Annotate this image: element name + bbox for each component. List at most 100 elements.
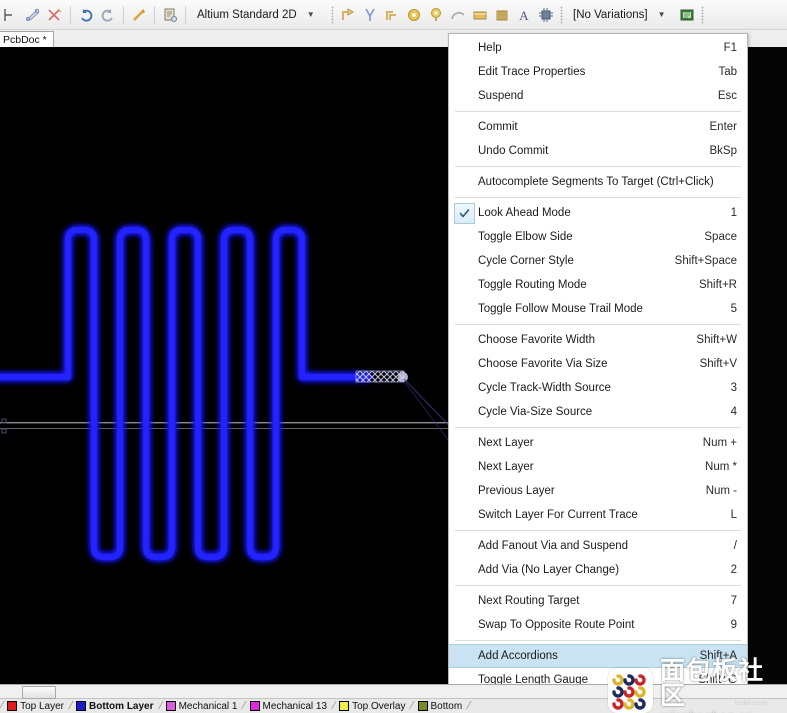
status-bar: / Top Layer / Bottom Layer / Mechanical 1/Mec… <box>0 684 787 713</box>
menu-item-shortcut: 4 <box>730 406 737 418</box>
layer-tab[interactable]: Mechanical 13 <box>246 699 332 713</box>
menu-item-label: Next Layer <box>478 461 534 473</box>
toolbar-separator <box>154 5 155 24</box>
delete-route-icon[interactable] <box>44 4 66 26</box>
menu-separator <box>455 197 741 198</box>
menu-separator <box>455 427 741 428</box>
layer-tab-strip[interactable]: / Top Layer / Bottom Layer / Mechanical 1/Mec… <box>0 698 472 713</box>
menu-item-label: Next Routing Target <box>478 595 580 607</box>
layer-color-swatch <box>249 701 260 711</box>
place-fill-icon[interactable] <box>469 4 491 26</box>
layer-tab[interactable]: Top Layer <box>3 699 69 713</box>
layer-tab[interactable]: Bottom <box>414 699 468 713</box>
menu-item[interactable]: Toggle Routing Mode Shift+R <box>449 273 747 297</box>
menu-item-shortcut: 3 <box>730 382 737 394</box>
menu-item[interactable]: Cycle Via-Size Source 4 <box>449 400 747 424</box>
layer-tab[interactable]: Mechanical 1 <box>162 699 243 713</box>
place-arc-icon[interactable] <box>447 4 469 26</box>
menu-item[interactable]: Commit Enter <box>449 115 747 139</box>
menu-item-label: Add Fanout Via and Suspend <box>478 540 629 552</box>
menu-item-label: Cycle Track-Width Source <box>478 382 611 394</box>
menu-item-shortcut: BkSp <box>709 145 738 157</box>
menu-item[interactable]: Switch Layer For Current Trace L <box>449 503 747 527</box>
menu-item[interactable]: Help F1 <box>449 36 747 60</box>
menu-item-shortcut: Shift+R <box>698 279 737 291</box>
interactive-routing-context-menu[interactable]: Help F1 Edit Trace Properties Tab Suspend Esc… <box>448 33 748 713</box>
layer-color-swatch <box>339 701 350 711</box>
menu-item-shortcut: 5 <box>730 303 737 315</box>
menu-item-shortcut: 7 <box>730 595 737 607</box>
place-polygon-pour-icon[interactable] <box>491 4 513 26</box>
canvas-right-edge <box>747 47 787 684</box>
menu-item-shortcut: Num + <box>702 437 737 449</box>
menu-item-shortcut: Space <box>704 231 737 243</box>
menu-item-label: Previous Layer <box>478 485 555 497</box>
menu-item[interactable]: Choose Favorite Width Shift+W <box>449 328 747 352</box>
menu-item-label: Swap To Opposite Route Point <box>478 619 635 631</box>
layer-tab[interactable]: Top Overlay <box>335 699 410 713</box>
document-tab-pcbdoc[interactable]: PcbDoc * <box>0 31 54 47</box>
menu-item[interactable]: Toggle Elbow Side Space <box>449 225 747 249</box>
menu-separator <box>455 585 741 586</box>
layer-color-swatch <box>76 701 87 711</box>
route-interactive-icon[interactable] <box>0 4 22 26</box>
view-configuration-combo[interactable]: Altium Standard 2D ▼ <box>190 4 328 26</box>
menu-item[interactable]: Toggle Follow Mouse Trail Mode 5 <box>449 297 747 321</box>
menu-item[interactable]: Cycle Corner Style Shift+Space <box>449 249 747 273</box>
main-toolbar: Altium Standard 2D ▼ A [No Variations] ▼ <box>0 0 787 30</box>
menu-item-label: Next Layer <box>478 437 534 449</box>
menu-item-label: Autocomplete Segments To Target (Ctrl+Cl… <box>478 176 714 188</box>
menu-item-label: Add Accordions <box>478 650 558 662</box>
place-pad-icon[interactable] <box>403 4 425 26</box>
menu-item[interactable]: Undo Commit BkSp <box>449 139 747 163</box>
measure-icon[interactable] <box>128 4 150 26</box>
layer-color-swatch <box>165 701 176 711</box>
menu-item[interactable]: Swap To Opposite Route Point 9 <box>449 613 747 637</box>
menu-item-shortcut: Num - <box>705 485 737 497</box>
application-window: Altium Standard 2D ▼ A [No Variations] ▼… <box>0 0 787 713</box>
place-component-icon[interactable] <box>535 4 557 26</box>
menu-item-shortcut: 2 <box>730 564 737 576</box>
menu-item[interactable]: Suspend Esc <box>449 84 747 108</box>
menu-item-label: Edit Trace Properties <box>478 66 586 78</box>
chevron-down-icon[interactable]: ▼ <box>658 10 666 19</box>
menu-item[interactable]: Next Layer Num + <box>449 431 747 455</box>
layer-tab-label: Bottom <box>430 700 463 712</box>
place-track-icon[interactable] <box>337 4 359 26</box>
differential-pair-route-icon[interactable] <box>22 4 44 26</box>
menu-item[interactable]: Next Layer Num * <box>449 455 747 479</box>
undo-icon[interactable] <box>75 4 97 26</box>
menu-item-label: Toggle Routing Mode <box>478 279 587 291</box>
redo-icon[interactable] <box>97 4 119 26</box>
menu-item[interactable]: Add Fanout Via and Suspend / <box>449 534 747 558</box>
layer-tab[interactable]: Bottom Layer <box>72 699 158 713</box>
menu-item[interactable]: Edit Trace Properties Tab <box>449 60 747 84</box>
menu-item[interactable]: Autocomplete Segments To Target (Ctrl+Cl… <box>449 170 747 194</box>
variations-combo[interactable]: [No Variations] ▼ <box>566 4 676 26</box>
menu-item-shortcut: Shift+Space <box>674 255 737 267</box>
menu-item[interactable]: Cycle Track-Width Source 3 <box>449 376 747 400</box>
variant-manager-icon[interactable] <box>676 4 698 26</box>
blank-combo[interactable]: ▼ <box>707 4 787 26</box>
clipboard-icon[interactable] <box>159 4 181 26</box>
menu-item[interactable]: Choose Favorite Via Size Shift+V <box>449 352 747 376</box>
place-bus-route-icon[interactable] <box>381 4 403 26</box>
horizontal-scrollbar[interactable] <box>0 685 787 699</box>
menu-item[interactable]: Next Routing Target 7 <box>449 589 747 613</box>
menu-item-shortcut: L <box>730 509 737 521</box>
menu-item[interactable]: Add Via (No Layer Change) 2 <box>449 558 747 582</box>
menu-item-label: Choose Favorite Via Size <box>478 358 608 370</box>
menu-item-label: Cycle Via-Size Source <box>478 406 593 418</box>
menu-item-label: Toggle Elbow Side <box>478 231 573 243</box>
place-differential-pair-icon[interactable] <box>359 4 381 26</box>
place-string-icon[interactable]: A <box>513 4 535 26</box>
place-via-icon[interactable] <box>425 4 447 26</box>
menu-item[interactable]: Add Accordions Shift+A <box>449 644 747 668</box>
menu-item-label: Add Via (No Layer Change) <box>478 564 620 576</box>
toolbar-grip <box>560 5 563 24</box>
chevron-down-icon[interactable]: ▼ <box>307 10 315 19</box>
menu-item[interactable]: Previous Layer Num - <box>449 479 747 503</box>
svg-text:A: A <box>519 8 529 23</box>
checkmark-icon <box>454 203 475 224</box>
menu-item[interactable]: Look Ahead Mode 1 <box>449 201 747 225</box>
